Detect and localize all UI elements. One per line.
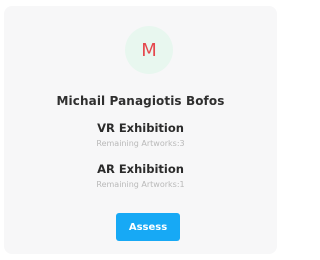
curator-card: M Michail Panagiotis Bofos VR Exhibition… (4, 6, 277, 254)
exhibition-vr: VR Exhibition Remaining Artworks:3 (4, 121, 277, 149)
exhibition-title: VR Exhibition (97, 121, 184, 135)
avatar: M (125, 26, 173, 74)
exhibition-title: AR Exhibition (97, 162, 184, 176)
assess-button[interactable]: Assess (116, 213, 180, 241)
user-name: Michail Panagiotis Bofos (56, 94, 225, 108)
exhibition-ar: AR Exhibition Remaining Artworks:1 (4, 162, 277, 190)
remaining-artworks: Remaining Artworks:3 (96, 139, 185, 148)
remaining-artworks: Remaining Artworks:1 (96, 180, 185, 189)
